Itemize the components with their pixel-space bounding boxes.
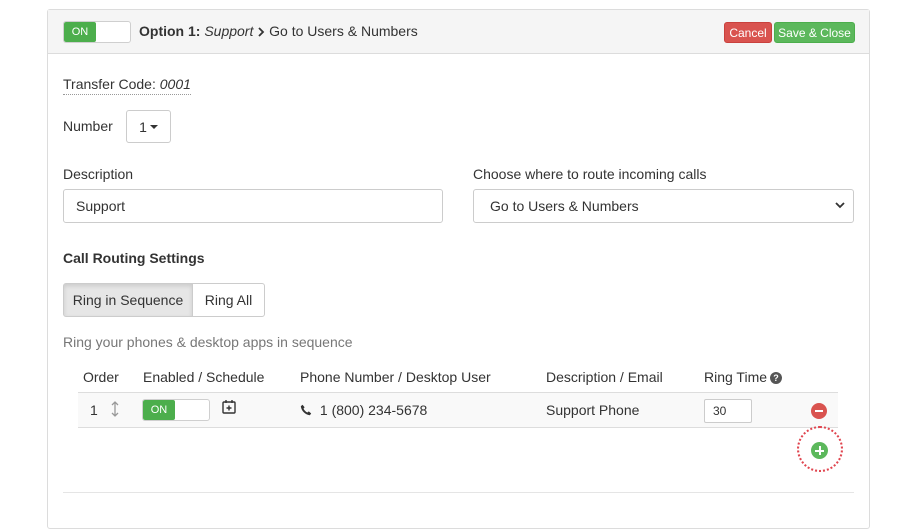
route-select[interactable]: Go to Users & Numbers <box>473 189 854 223</box>
row-order: 1 <box>90 402 98 418</box>
ring-time-label: Ring Time <box>704 369 768 385</box>
description-input[interactable]: Support <box>63 189 443 223</box>
number-dropdown[interactable]: 1 <box>126 110 171 143</box>
column-header-description: Description / Email <box>546 369 663 385</box>
row-description: Support Phone <box>546 402 640 418</box>
routing-helper-text: Ring your phones & desktop apps in seque… <box>63 334 353 350</box>
transfer-code-value: 0001 <box>159 76 191 92</box>
chevron-down-icon <box>835 200 845 212</box>
transfer-code: Transfer Code: 0001 <box>63 76 191 95</box>
calendar-plus-icon[interactable] <box>222 399 236 417</box>
phone-icon <box>300 402 312 418</box>
add-circle-icon[interactable] <box>811 442 828 459</box>
ring-time-value: 30 <box>713 404 727 418</box>
row-toggle-on-label: ON <box>143 400 175 420</box>
panel-header: ON Option 1: Support Go to Users & Numbe… <box>48 10 869 54</box>
phone-number: 1 (800) 234-5678 <box>319 402 428 418</box>
ring-all-button[interactable]: Ring All <box>192 283 265 317</box>
divider <box>63 492 854 493</box>
remove-circle-icon[interactable] <box>811 403 827 419</box>
number-label: Number <box>63 118 113 134</box>
transfer-code-label: Transfer Code: <box>63 76 156 92</box>
cancel-button[interactable]: Cancel <box>724 22 772 43</box>
description-value: Support <box>76 198 126 214</box>
chevron-right-icon <box>257 23 265 39</box>
add-row-highlight <box>797 426 843 472</box>
route-value: Go to Users & Numbers <box>490 198 639 214</box>
description-label: Description <box>63 166 134 182</box>
option-destination: Go to Users & Numbers <box>269 23 418 39</box>
ring-time-input[interactable]: 30 <box>704 399 752 423</box>
phone-number-cell: 1 (800) 234-5678 <box>300 402 427 418</box>
column-header-phone: Phone Number / Desktop User <box>300 369 491 385</box>
option-title: Option 1: Support Go to Users & Numbers <box>139 23 418 39</box>
route-label: Choose where to route incoming calls <box>473 166 707 182</box>
option-prefix: Option 1: <box>139 23 201 39</box>
option-enabled-toggle[interactable]: ON <box>63 21 131 43</box>
column-header-ring-time: Ring Time? <box>704 369 783 385</box>
column-header-enabled: Enabled / Schedule <box>143 369 265 385</box>
drag-handle-icon[interactable] <box>111 401 119 420</box>
ring-in-sequence-button[interactable]: Ring in Sequence <box>63 283 193 317</box>
call-routing-title: Call Routing Settings <box>63 250 205 266</box>
column-header-order: Order <box>83 369 119 385</box>
row-enabled-toggle[interactable]: ON <box>142 399 210 421</box>
caret-down-icon <box>149 124 158 129</box>
question-circle-icon[interactable]: ? <box>770 372 783 385</box>
number-value: 1 <box>139 118 147 135</box>
save-close-button[interactable]: Save & Close <box>774 22 855 43</box>
toggle-on-label: ON <box>64 22 96 42</box>
option-name: Support <box>204 23 254 39</box>
table-row: 1 ON 1 (800) 234-5678 Support Phone 30 <box>78 392 838 428</box>
